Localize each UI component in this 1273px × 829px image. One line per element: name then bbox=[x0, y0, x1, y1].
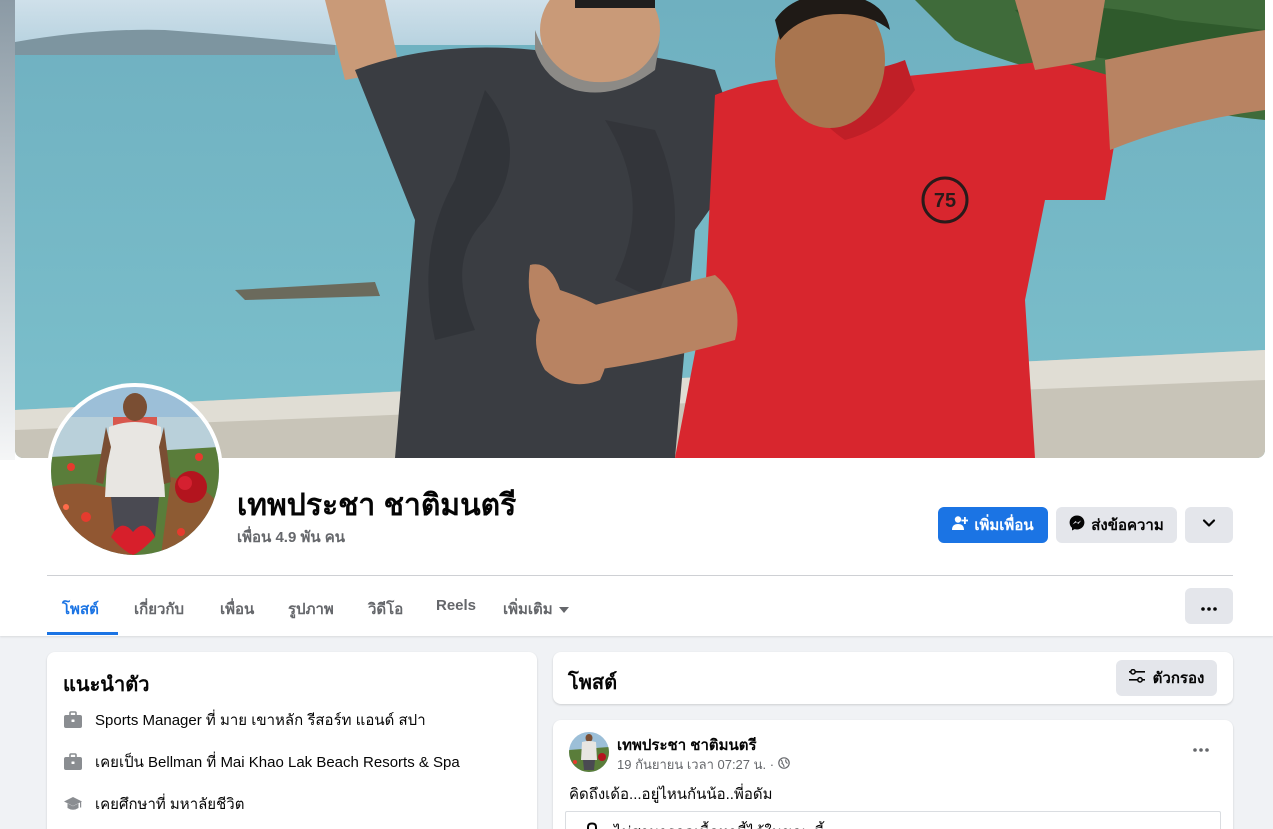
svg-text:75: 75 bbox=[934, 190, 956, 212]
tab-photos[interactable]: รูปภาพ bbox=[288, 597, 334, 621]
intro-item-education: เคยศึกษาที่ มหาลัยชีวิต bbox=[63, 792, 244, 816]
chevron-down-icon bbox=[1202, 516, 1216, 534]
intro-item-prefix: เคยเป็น Bellman ที่ bbox=[95, 754, 221, 771]
more-dots-icon bbox=[1201, 598, 1217, 615]
more-options-button[interactable] bbox=[1185, 588, 1233, 624]
post-card: เทพประชา ชาติมนตรี 19 กันยายน เวลา 07:27… bbox=[553, 720, 1233, 829]
cover-edge bbox=[0, 0, 15, 460]
more-dots-icon bbox=[1193, 739, 1209, 757]
friends-count[interactable]: เพื่อน 4.9 พัน คน bbox=[237, 525, 345, 549]
profile-name: เทพประชา ชาติมนตรี bbox=[237, 489, 517, 522]
message-label: ส่งข้อความ bbox=[1091, 517, 1164, 534]
workplace-link[interactable]: Mai Khao Lak Beach Resorts & Spa bbox=[220, 754, 459, 771]
intro-title: แนะนำตัว bbox=[63, 674, 150, 696]
profile-options-button[interactable] bbox=[1185, 507, 1233, 543]
attachment-unavailable-text: ไม่สามารถดูเนื้อหานี้ได้ในขณะนี้ bbox=[614, 820, 825, 829]
intro-item-past-work: เคยเป็น Bellman ที่ Mai Khao Lak Beach R… bbox=[63, 750, 460, 774]
tab-more-label: เพิ่มเติม bbox=[503, 601, 553, 618]
add-friend-button[interactable]: เพิ่มเพื่อน bbox=[938, 507, 1048, 543]
active-tab-indicator bbox=[47, 632, 118, 635]
messenger-icon bbox=[1069, 515, 1085, 535]
post-options-button[interactable] bbox=[1189, 738, 1213, 758]
header-divider bbox=[47, 575, 1233, 576]
post-text: คิดถึงเด้อ...อยู่ไหนกันน้อ..พี่อดัม bbox=[569, 786, 773, 803]
intro-item-work: Sports Manager ที่ มาย เขาหลัก รีสอร์ท แ… bbox=[63, 708, 426, 732]
posts-title: โพสต์ bbox=[568, 672, 618, 694]
profile-picture[interactable] bbox=[51, 387, 219, 555]
tab-about[interactable]: เกี่ยวกับ bbox=[134, 597, 184, 621]
post-timestamp[interactable]: 19 กันยายน เวลา 07:27 น. · bbox=[617, 754, 774, 775]
intro-item-text: Sports Manager ที่ มาย เขาหลัก รีสอร์ท แ… bbox=[95, 712, 426, 729]
post-author-avatar[interactable] bbox=[569, 732, 609, 772]
tab-videos[interactable]: วิดีโอ bbox=[368, 597, 403, 621]
graduation-cap-icon bbox=[63, 794, 83, 814]
post-meta: 19 กันยายน เวลา 07:27 น. · bbox=[617, 754, 790, 775]
filter-button[interactable]: ตัวกรอง bbox=[1116, 660, 1217, 696]
tab-more[interactable]: เพิ่มเติม bbox=[503, 597, 569, 621]
tab-reels[interactable]: Reels bbox=[436, 597, 476, 614]
cover-photo[interactable]: 75 bbox=[15, 0, 1265, 458]
posts-header-card: โพสต์ ตัวกรอง bbox=[553, 652, 1233, 704]
globe-icon bbox=[778, 757, 790, 772]
intro-card: แนะนำตัว Sports Manager ที่ มาย เขาหลัก … bbox=[47, 652, 537, 829]
filter-icon bbox=[1128, 668, 1145, 687]
intro-item-text: เคยเป็น Bellman ที่ Mai Khao Lak Beach R… bbox=[95, 750, 460, 774]
add-friend-icon bbox=[952, 515, 969, 535]
briefcase-icon bbox=[63, 710, 83, 730]
caret-down-icon bbox=[558, 601, 569, 618]
tab-posts[interactable]: โพสต์ bbox=[62, 597, 99, 621]
add-friend-label: เพิ่มเพื่อน bbox=[974, 517, 1034, 534]
briefcase-icon bbox=[63, 752, 83, 772]
lock-icon bbox=[584, 822, 600, 829]
tab-friends[interactable]: เพื่อน bbox=[220, 597, 254, 621]
post-attachment: ไม่สามารถดูเนื้อหานี้ได้ในขณะนี้ bbox=[565, 811, 1221, 829]
intro-item-text: เคยศึกษาที่ มหาลัยชีวิต bbox=[95, 796, 245, 813]
filter-label: ตัวกรอง bbox=[1152, 670, 1205, 687]
message-button[interactable]: ส่งข้อความ bbox=[1056, 507, 1177, 543]
